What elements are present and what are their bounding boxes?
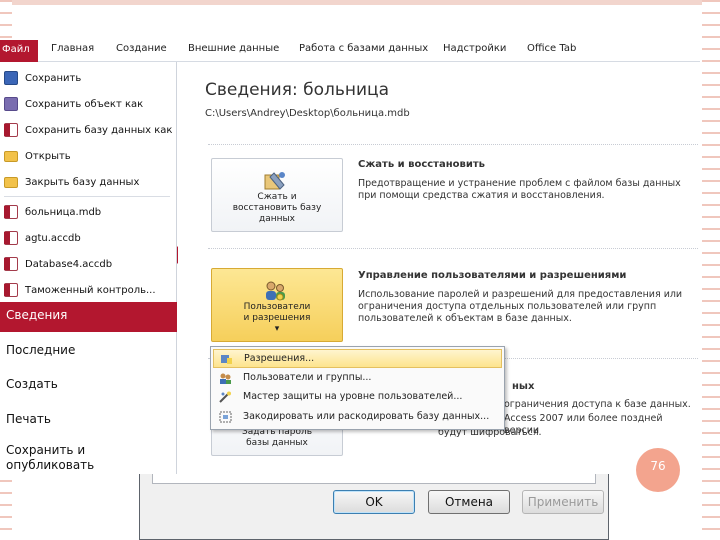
recent-file-item[interactable]: больница.mdb — [0, 202, 101, 222]
users-description: Использование паролей и разрешений для п… — [358, 289, 683, 324]
compact-repair-label: Сжать и восстановить базу данных — [232, 192, 322, 224]
menu-item-label: Пользователи и группы... — [243, 372, 372, 383]
users-permissions-button[interactable]: Пользователи и разрешения ▾ — [211, 268, 343, 342]
nav-info-label: Сведения — [6, 308, 68, 322]
nav-open[interactable]: Открыть — [0, 146, 71, 166]
encrypt-text-line1: ограничения доступа к базе данных. — [504, 399, 691, 410]
users-heading: Управление пользователями и разрешениями — [358, 270, 627, 281]
tab-file[interactable]: Файл — [0, 40, 38, 62]
users-groups-icon — [220, 373, 231, 384]
slide-right-border — [702, 0, 720, 540]
users-permissions-label: Пользователи и разрешения ▾ — [243, 302, 311, 334]
nav-print[interactable]: Печать — [6, 412, 51, 426]
apply-button[interactable]: Применить — [522, 490, 604, 514]
slide-page-number: 76 — [636, 448, 680, 492]
menu-item-permissions[interactable]: Разрешения... — [213, 349, 502, 368]
recent-file-label: Database4.accdb — [25, 258, 113, 270]
access-db-icon — [4, 283, 18, 297]
nav-info-active[interactable]: Сведения — [0, 302, 177, 332]
nav-close-db-label: Закрыть базу данных — [25, 176, 140, 188]
compact-heading: Сжать и восстановить — [358, 159, 485, 170]
nav-save-object-as[interactable]: Сохранить объект как — [0, 94, 143, 114]
access-db-icon — [4, 231, 18, 245]
dialog-footer: OK Отмена Применить — [139, 474, 609, 540]
menu-item-users-groups[interactable]: Пользователи и группы... — [213, 369, 502, 388]
nav-save-db-as-label: Сохранить базу данных как — [25, 124, 173, 136]
encrypt-heading-fragment: ных — [512, 381, 535, 392]
nav-recent[interactable]: Последние — [6, 343, 75, 357]
users-permissions-menu: Разрешения... Пользователи и группы... М… — [210, 346, 505, 430]
permissions-icon — [221, 355, 232, 364]
save-as-icon — [4, 97, 18, 111]
slide-top-stripe — [0, 0, 720, 5]
tab-database-tools[interactable]: Работа с базами данных — [299, 43, 428, 54]
encode-icon — [219, 411, 232, 423]
tab-create[interactable]: Создание — [116, 43, 167, 54]
folder-icon — [4, 150, 18, 162]
nav-divider — [4, 196, 170, 197]
tab-home[interactable]: Главная — [51, 43, 94, 54]
recent-file-item[interactable]: Таможенный контроль... — [0, 280, 156, 300]
section-divider — [208, 144, 698, 145]
menu-item-security-wizard[interactable]: Мастер защиты на уровне пользователей... — [213, 388, 502, 407]
set-password-label: Задать пароль базы данных — [241, 427, 313, 448]
ribbon-tabs: Файл Главная Создание Внешние данные Раб… — [0, 40, 700, 62]
nav-save-object-as-label: Сохранить объект как — [25, 98, 144, 110]
recent-file-label: agtu.accdb — [25, 232, 81, 244]
users-permissions-icon — [266, 281, 285, 301]
ok-button[interactable]: OK — [333, 490, 415, 514]
compact-description: Предотвращение и устранение проблем с фа… — [358, 178, 681, 201]
cancel-button[interactable]: Отмена — [428, 490, 510, 514]
nav-save-publish[interactable]: Сохранить и опубликовать — [6, 443, 126, 473]
menu-item-label: Закодировать или раскодировать базу данн… — [243, 411, 490, 422]
dialog-content-edge — [152, 474, 596, 484]
nav-save[interactable]: Сохранить — [0, 68, 81, 88]
tab-office-tab[interactable]: Office Tab — [527, 43, 576, 54]
recent-file-label: больница.mdb — [25, 206, 102, 218]
nav-save-db-as[interactable]: Сохранить базу данных как — [0, 120, 172, 140]
nav-close-db[interactable]: Закрыть базу данных — [0, 172, 139, 192]
access-db-icon — [4, 257, 18, 271]
recent-file-item[interactable]: Database4.accdb — [0, 254, 112, 274]
recent-file-item[interactable]: agtu.accdb — [0, 228, 81, 248]
save-icon — [4, 71, 18, 85]
access-db-icon — [4, 123, 18, 137]
menu-item-encode-decode[interactable]: Закодировать или раскодировать базу данн… — [213, 408, 502, 427]
menu-item-label: Мастер защиты на уровне пользователей... — [243, 391, 463, 402]
recent-file-label: Таможенный контроль... — [25, 284, 156, 296]
section-divider — [208, 248, 698, 249]
backstage-nav: Сохранить Сохранить объект как Сохранить… — [0, 62, 177, 474]
access-db-icon — [4, 205, 18, 219]
folder-icon — [4, 176, 18, 188]
menu-item-label: Разрешения... — [244, 353, 315, 364]
nav-save-label: Сохранить — [25, 72, 82, 84]
tab-addins[interactable]: Надстройки — [443, 43, 506, 54]
file-path: C:\Users\Andrey\Desktop\больница.mdb — [205, 108, 410, 119]
wizard-icon — [219, 391, 231, 403]
nav-create[interactable]: Создать — [6, 377, 58, 391]
page-title: Сведения: больница — [205, 80, 390, 100]
nav-open-label: Открыть — [25, 150, 71, 162]
tab-external-data[interactable]: Внешние данные — [188, 43, 279, 54]
compact-repair-button[interactable]: Сжать и восстановить базу данных — [211, 158, 343, 232]
compact-repair-icon — [264, 172, 285, 190]
